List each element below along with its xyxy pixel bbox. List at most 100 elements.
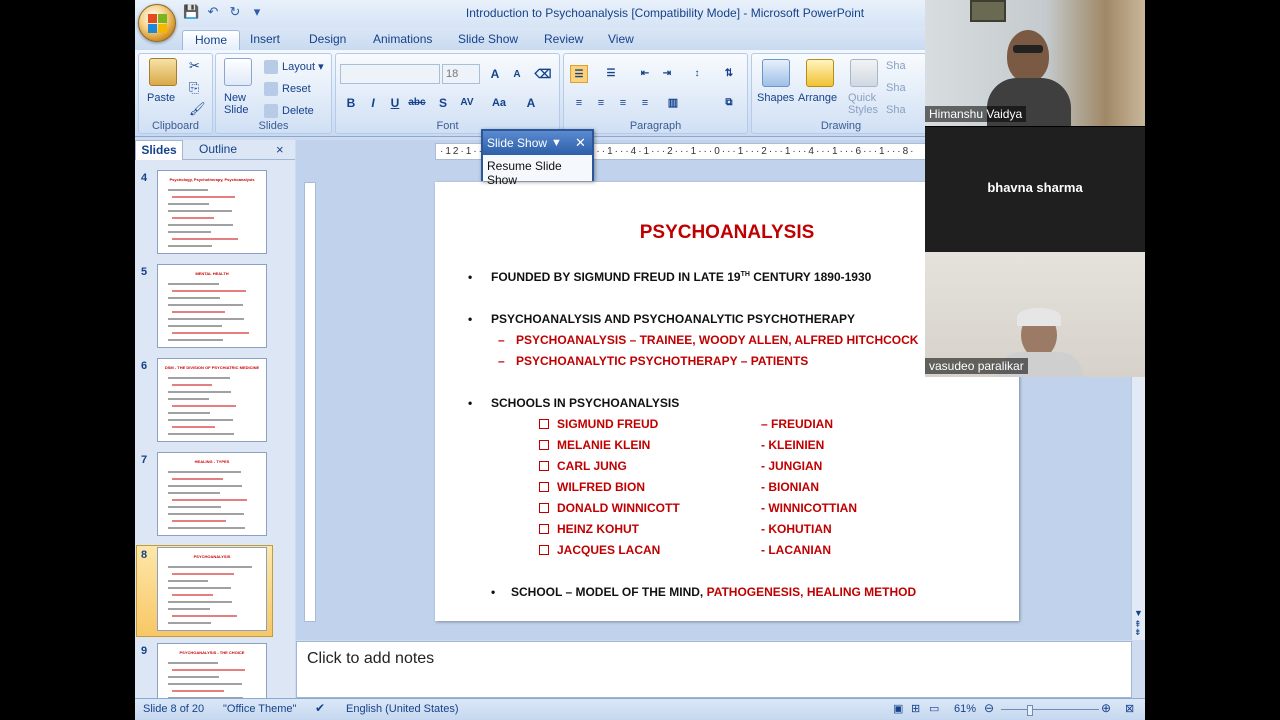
thumbnail-number: 6 — [141, 360, 148, 372]
quick-styles-icon[interactable] — [850, 59, 878, 87]
bold-icon[interactable]: B — [342, 94, 360, 112]
scroll-down-icon[interactable]: ▼ — [1134, 608, 1143, 618]
participant-tile[interactable]: vasudeo paralikar — [925, 252, 1145, 377]
font-size-combo[interactable]: 18 — [442, 64, 480, 84]
align-right-icon[interactable]: ≡ — [614, 94, 632, 112]
school-founder: CARL JUNG — [539, 459, 627, 473]
zoom-slider-thumb[interactable] — [1027, 705, 1033, 716]
zoom-out-icon[interactable]: ⊖ — [984, 701, 994, 715]
normal-view-icon[interactable]: ▣ — [893, 702, 903, 715]
close-panel-icon[interactable]: × — [276, 140, 284, 160]
school-founder: MELANIE KLEIN — [539, 438, 650, 452]
participant-tile[interactable]: bhavna sharma — [925, 126, 1145, 251]
fit-window-icon[interactable]: ⊠ — [1125, 702, 1134, 715]
delete-button[interactable]: Delete — [264, 104, 314, 118]
new-slide-icon[interactable] — [224, 58, 252, 86]
slide-thumbnail[interactable]: DSM - THE DIVISION OF PSYCHIATRIC MEDICI… — [157, 358, 267, 442]
thumbnail-text-line — [168, 245, 212, 247]
bullet-dot: • — [491, 585, 496, 599]
format-painter-icon[interactable]: 🖌 — [189, 101, 206, 117]
notes-placeholder[interactable]: Click to add notes — [307, 650, 434, 668]
slide-thumbnail[interactable]: PSYCHOANALYSIS — [157, 547, 267, 631]
arrange-icon[interactable] — [806, 59, 834, 87]
paste-icon[interactable] — [149, 58, 177, 86]
clear-format-icon[interactable]: ⌫ — [534, 65, 552, 83]
slide-show-view-icon[interactable]: ▭ — [929, 702, 939, 715]
font-color-icon[interactable]: A — [522, 94, 540, 112]
align-center-icon[interactable]: ≡ — [592, 94, 610, 112]
italic-icon[interactable]: I — [364, 94, 382, 112]
copy-icon[interactable]: ⎘ — [189, 80, 199, 96]
convert-smartart-icon[interactable]: ⧉ — [720, 94, 738, 112]
thumbnail-text-line — [168, 485, 242, 487]
notes-pane[interactable]: Click to add notes — [296, 641, 1132, 698]
thumbnail-number: 8 — [141, 549, 148, 561]
strikethrough-icon[interactable]: abc — [408, 94, 426, 112]
grow-font-icon[interactable]: A — [486, 65, 504, 83]
language-label[interactable]: English (United States) — [346, 703, 459, 715]
slide-thumbnail[interactable]: PSYCHOANALYSIS - THE CHOICE — [157, 643, 267, 700]
cut-icon[interactable]: ✂ — [189, 58, 200, 74]
decrease-indent-icon[interactable]: ⇤ — [636, 65, 654, 83]
quick-styles-button[interactable]: Quick Styles — [848, 92, 878, 116]
shapes-button[interactable]: Shapes — [757, 92, 794, 104]
tab-design[interactable]: Design — [309, 30, 346, 50]
slide-thumbnail[interactable]: HEALING - TYPES — [157, 452, 267, 536]
drawing-label: Drawing — [820, 120, 862, 132]
reset-button[interactable]: Reset — [264, 82, 311, 96]
line-spacing-icon[interactable]: ↕ — [688, 65, 706, 83]
numbering-icon[interactable]: ☰ — [602, 65, 620, 83]
columns-icon[interactable]: ▥ — [664, 94, 682, 112]
increase-indent-icon[interactable]: ⇥ — [658, 65, 676, 83]
bullet-schools: SCHOOLS IN PSYCHOANALYSIS — [491, 396, 680, 410]
school-name: - LACANIAN — [761, 543, 831, 557]
bullets-icon[interactable]: ☰ — [570, 65, 588, 83]
zoom-level[interactable]: 61% — [954, 703, 976, 715]
resume-slide-show-button[interactable]: Resume Slide Show — [483, 155, 592, 187]
thumbnail-text-line — [168, 391, 231, 393]
tab-home[interactable]: Home — [182, 30, 241, 50]
slide-sorter-icon[interactable]: ⊞ — [911, 702, 920, 715]
tab-animations[interactable]: Animations — [373, 30, 432, 50]
shape-effects-button[interactable]: Sha — [886, 104, 906, 116]
office-logo-icon — [148, 14, 167, 33]
theme-name[interactable]: "Office Theme" — [223, 703, 296, 715]
shadow-icon[interactable]: S — [434, 94, 452, 112]
layout-button[interactable]: Layout ▾ — [264, 60, 324, 75]
tab-review[interactable]: Review — [544, 30, 583, 50]
prev-next-slide-icon[interactable]: ⇞ ⇟ — [1134, 620, 1142, 637]
font-name-combo[interactable] — [340, 64, 440, 84]
slide-thumbnails: 4 Psychology, Psychotherapy, Psychoanalys… — [135, 160, 295, 700]
new-slide-button[interactable]: New Slide — [224, 92, 248, 116]
align-left-icon[interactable]: ≡ — [570, 94, 588, 112]
toolbar-menu-icon[interactable]: ▼ — [551, 131, 562, 155]
spacing-icon[interactable]: AV — [458, 94, 476, 112]
tab-view[interactable]: View — [608, 30, 634, 50]
shape-outline-button[interactable]: Sha — [886, 82, 906, 94]
thumbnail-text-line — [168, 587, 231, 589]
slide-thumbnail[interactable]: Psychology, Psychotherapy, Psychoanalysi… — [157, 170, 267, 254]
spellcheck-icon[interactable]: ✔ — [315, 701, 325, 715]
bullet-psychotherapy: PSYCHOANALYSIS AND PSYCHOANALYTIC PSYCHO… — [491, 312, 856, 326]
thumbnail-text-line — [168, 304, 243, 306]
underline-icon[interactable]: U — [386, 94, 404, 112]
justify-icon[interactable]: ≡ — [636, 94, 654, 112]
tab-insert[interactable]: Insert — [250, 30, 280, 50]
shape-fill-button[interactable]: Sha — [886, 60, 906, 72]
close-icon[interactable]: ✕ — [575, 131, 586, 155]
slide-thumbnail[interactable]: MENTAL HEALTH — [157, 264, 267, 348]
shapes-icon[interactable] — [762, 59, 790, 87]
tab-outline[interactable]: Outline — [199, 140, 237, 160]
tab-slides[interactable]: Slides — [135, 140, 183, 160]
shrink-font-icon[interactable]: A — [508, 66, 526, 84]
paste-button[interactable]: Paste — [147, 92, 175, 104]
school-name: - KLEINIEN — [761, 438, 825, 452]
change-case-icon[interactable]: Aa — [490, 94, 508, 112]
text-direction-icon[interactable]: ⇅ — [720, 65, 738, 83]
arrange-button[interactable]: Arrange — [798, 92, 837, 104]
office-button[interactable] — [138, 4, 176, 42]
zoom-slider[interactable] — [1001, 709, 1099, 710]
tab-slide-show[interactable]: Slide Show — [458, 30, 518, 50]
participant-tile[interactable]: Himanshu Vaidya — [925, 0, 1145, 126]
zoom-in-icon[interactable]: ⊕ — [1101, 701, 1111, 715]
